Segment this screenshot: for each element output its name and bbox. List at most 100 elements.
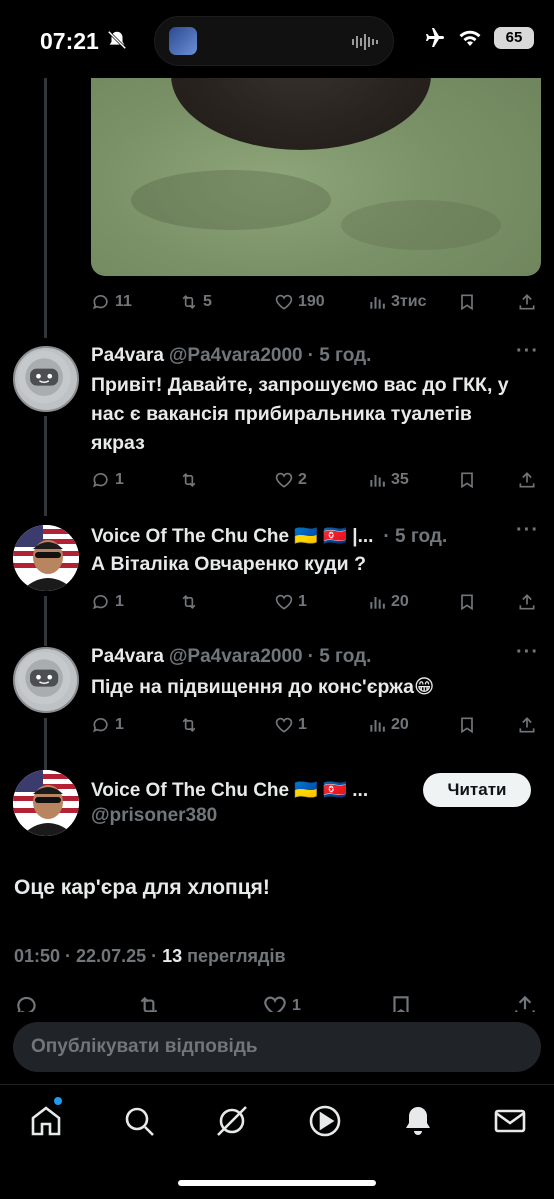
heart-icon xyxy=(275,717,293,733)
wifi-icon xyxy=(459,30,481,46)
reply-input[interactable]: Опублікувати відповідь xyxy=(13,1022,541,1072)
author-handle[interactable]: @Pa4vara2000 xyxy=(169,345,303,367)
main-tweet-handle-row: @prisoner380 xyxy=(86,805,217,827)
like-button[interactable]: 190 xyxy=(274,292,325,312)
tweet-views-label: переглядів xyxy=(182,946,286,966)
reply-count: 1 xyxy=(115,593,124,610)
repost-button[interactable] xyxy=(179,592,199,612)
views-button[interactable]: 35 xyxy=(367,470,409,490)
tab-grok[interactable] xyxy=(214,1103,250,1139)
photo-shadow xyxy=(131,170,331,230)
author-name[interactable]: Pa4vara xyxy=(91,646,164,668)
like-count: 2 xyxy=(298,471,307,488)
robot-avatar-icon xyxy=(17,651,71,705)
share-icon xyxy=(519,717,535,733)
reply-composer-bar: Опублікувати відповідь xyxy=(0,1012,554,1084)
heart-icon xyxy=(275,594,293,610)
reply-icon xyxy=(93,473,108,488)
video-icon xyxy=(309,1105,341,1137)
views-button[interactable]: 20 xyxy=(367,592,409,612)
heart-icon xyxy=(275,294,293,310)
bookmark-button[interactable] xyxy=(457,292,477,312)
author-name[interactable]: Pa4vara xyxy=(91,345,164,367)
dynamic-island[interactable] xyxy=(154,16,394,66)
share-button[interactable] xyxy=(517,470,537,490)
reply-icon xyxy=(93,718,108,733)
views-button[interactable]: 20 xyxy=(367,715,409,735)
views-icon xyxy=(370,297,385,309)
bookmark-icon xyxy=(461,594,473,611)
views-count: 20 xyxy=(391,716,409,733)
person-avatar-icon xyxy=(13,770,79,836)
author-handle[interactable]: @Pa4vara2000 xyxy=(169,646,303,668)
reply-icon xyxy=(93,595,108,610)
bookmark-icon xyxy=(461,294,473,311)
author-name[interactable]: Voice Of The Chu Che 🇺🇦 🇰🇵 ... xyxy=(91,778,368,802)
thread-line xyxy=(44,78,47,338)
thread-line xyxy=(44,596,47,646)
repost-icon xyxy=(182,472,196,488)
battery-indicator: 65 xyxy=(494,27,534,49)
reply-button[interactable]: 1 xyxy=(91,715,124,735)
reply-button[interactable]: 1 xyxy=(91,592,124,612)
like-count: 1 xyxy=(298,593,307,610)
main-tweet-header: Voice Of The Chu Che 🇺🇦 🇰🇵 ... xyxy=(91,778,368,802)
like-button[interactable]: 1 xyxy=(274,592,307,612)
bookmark-icon xyxy=(461,472,473,489)
reply-button[interactable]: 11 xyxy=(91,292,132,312)
airplane-icon xyxy=(426,28,444,47)
more-options-button[interactable]: ··· xyxy=(516,519,539,542)
bookmark-button[interactable] xyxy=(457,592,477,612)
repost-button[interactable] xyxy=(179,470,199,490)
views-icon xyxy=(370,475,385,487)
bookmark-button[interactable] xyxy=(457,715,477,735)
author-name[interactable]: Voice Of The Chu Che 🇺🇦 🇰🇵 |... xyxy=(91,524,373,548)
tweet-views-count: 13 xyxy=(162,946,183,966)
author-handle[interactable]: @prisoner380 xyxy=(91,805,217,827)
like-count: 1 xyxy=(298,716,307,733)
avatar[interactable] xyxy=(13,770,79,836)
share-button[interactable] xyxy=(517,292,537,312)
avatar[interactable] xyxy=(13,346,79,412)
bell-slash-icon xyxy=(107,30,127,50)
reply-header: Voice Of The Chu Che 🇺🇦 🇰🇵 |... · 5 год. xyxy=(91,524,447,548)
tab-messages[interactable] xyxy=(492,1103,528,1139)
action-bar: 11 5 190 3тис xyxy=(91,292,541,316)
more-options-button[interactable]: ··· xyxy=(516,340,539,363)
robot-avatar-icon xyxy=(17,350,71,404)
share-button[interactable] xyxy=(517,715,537,735)
avatar[interactable] xyxy=(13,525,79,591)
search-icon xyxy=(125,1107,154,1136)
avatar[interactable] xyxy=(13,647,79,713)
action-bar: 1 2 35 xyxy=(91,470,541,494)
like-button[interactable]: 1 xyxy=(274,715,307,735)
messages-icon xyxy=(494,1109,526,1133)
share-icon xyxy=(519,294,535,310)
reply-button[interactable]: 1 xyxy=(91,470,124,490)
repost-icon xyxy=(182,594,196,610)
reply-text: Привіт! Давайте, запрошуємо вас до ГКК, … xyxy=(91,374,509,454)
reply-count: 11 xyxy=(115,293,132,310)
reply-count: 1 xyxy=(115,716,124,733)
views-icon xyxy=(370,720,385,732)
bookmark-button[interactable] xyxy=(457,470,477,490)
repost-button[interactable]: 5 xyxy=(179,292,212,312)
home-notification-dot xyxy=(54,1097,62,1105)
follow-button[interactable]: Читати xyxy=(423,773,531,807)
views-count: 20 xyxy=(391,593,409,610)
system-icons: 65 xyxy=(422,26,534,50)
notifications-icon xyxy=(406,1107,430,1135)
more-options-button[interactable]: ··· xyxy=(516,641,539,664)
repost-button[interactable] xyxy=(179,715,199,735)
tab-video[interactable] xyxy=(307,1103,343,1139)
tab-search[interactable] xyxy=(121,1103,157,1139)
grok-icon xyxy=(217,1106,247,1136)
tab-notifications[interactable] xyxy=(400,1103,436,1139)
app-icon xyxy=(169,27,197,55)
share-button[interactable] xyxy=(517,592,537,612)
reply-count: 1 xyxy=(115,471,124,488)
home-icon xyxy=(31,1106,61,1136)
like-button[interactable]: 2 xyxy=(274,470,307,490)
views-button[interactable]: 3тис xyxy=(367,292,426,312)
tab-home[interactable] xyxy=(28,1103,64,1139)
